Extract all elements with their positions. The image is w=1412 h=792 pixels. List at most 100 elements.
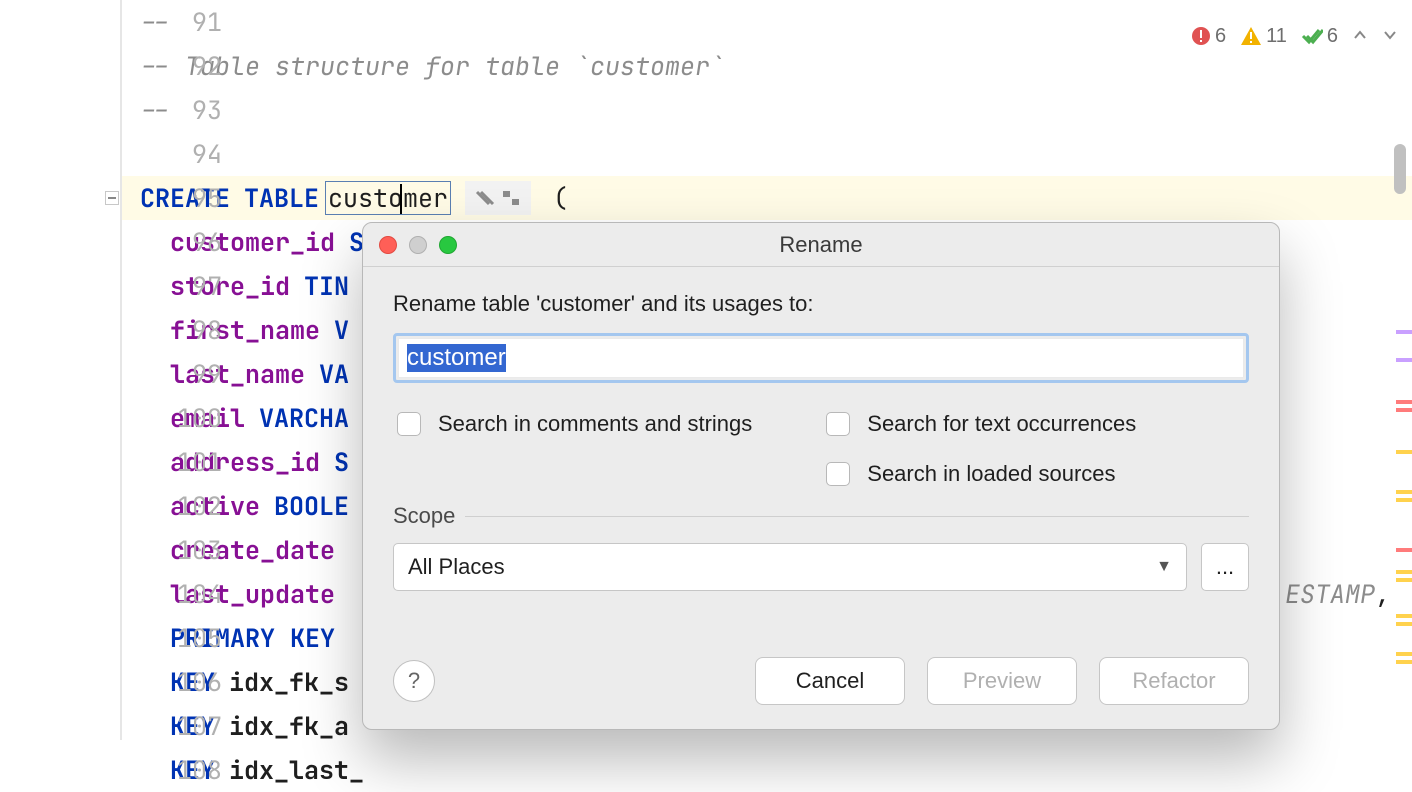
rename-target-token[interactable]: customer xyxy=(325,181,451,215)
traffic-lights xyxy=(379,236,457,254)
fold-minus-icon[interactable] xyxy=(105,191,119,205)
rename-input[interactable] xyxy=(398,338,1244,378)
line-number: 107 xyxy=(122,704,222,748)
line-number: 101 xyxy=(122,440,222,484)
structure-icon xyxy=(501,188,521,208)
marker-stripe[interactable] xyxy=(1396,622,1412,626)
help-button[interactable]: ? xyxy=(393,660,435,702)
inline-hints[interactable] xyxy=(465,181,531,215)
minimize-window-button[interactable] xyxy=(409,236,427,254)
warning-icon xyxy=(1240,26,1262,46)
code-line-current: 95 CREATE TABLE customer ( xyxy=(122,176,1412,220)
gutter xyxy=(0,0,122,740)
line-number: 103 xyxy=(122,528,222,572)
marker-stripe[interactable] xyxy=(1396,570,1412,574)
chevron-down-icon xyxy=(1382,27,1398,43)
rename-dialog: Rename Rename table 'customer' and its u… xyxy=(362,222,1280,730)
search-text-checkbox[interactable]: Search for text occurrences xyxy=(822,409,1136,439)
checkbox-label: Search in comments and strings xyxy=(438,411,752,437)
marker-stripe[interactable] xyxy=(1396,614,1412,618)
search-comments-checkbox[interactable]: Search in comments and strings xyxy=(393,409,752,439)
search-options: Search in comments and strings Search fo… xyxy=(393,409,1249,489)
checkbox-label: Search in loaded sources xyxy=(867,461,1115,487)
button-label: Refactor xyxy=(1132,668,1215,694)
marker-stripe[interactable] xyxy=(1396,578,1412,582)
next-highlight-button[interactable] xyxy=(1382,14,1398,58)
pass-count[interactable]: 6 xyxy=(1301,14,1338,58)
dialog-footer: ? Cancel Preview Refactor xyxy=(363,635,1279,729)
prev-highlight-button[interactable] xyxy=(1352,14,1368,58)
line-number: 95 xyxy=(122,176,222,220)
separator xyxy=(465,516,1249,517)
error-count-value: 6 xyxy=(1215,14,1226,58)
scope-more-button[interactable]: ... xyxy=(1201,543,1249,591)
line-number: 92 xyxy=(122,44,222,88)
zoom-window-button[interactable] xyxy=(439,236,457,254)
close-window-button[interactable] xyxy=(379,236,397,254)
marker-stripe[interactable] xyxy=(1396,490,1412,494)
rename-input-wrap xyxy=(393,333,1249,383)
code-line: 94 xyxy=(122,132,1412,176)
scope-row: All Places ▼ ... xyxy=(393,543,1249,591)
search-loaded-sources-checkbox[interactable]: Search in loaded sources xyxy=(822,459,1136,489)
line-number: 94 xyxy=(122,132,222,176)
type-keywords: VARCHA xyxy=(245,396,349,440)
checkbox[interactable] xyxy=(826,462,850,486)
scope-value: All Places xyxy=(408,554,505,580)
warning-count-value: 11 xyxy=(1266,14,1287,58)
line-number: 104 xyxy=(122,572,222,616)
code-line: 93 -- xyxy=(122,88,1412,132)
refactor-button[interactable]: Refactor xyxy=(1099,657,1249,705)
marker-stripe[interactable] xyxy=(1396,548,1412,552)
marker-stripe[interactable] xyxy=(1396,660,1412,664)
marker-stripe[interactable] xyxy=(1396,358,1412,362)
ellipsis-icon: ... xyxy=(1216,554,1234,580)
keyword: TABLE xyxy=(230,176,319,220)
line-number: 99 xyxy=(122,352,222,396)
error-icon xyxy=(1191,26,1211,46)
scope-section-label: Scope xyxy=(393,503,1249,529)
line-number: 97 xyxy=(122,264,222,308)
comment-toggle-icon xyxy=(475,188,495,208)
type-keywords: VA xyxy=(305,352,349,396)
inspection-summary[interactable]: 6 11 6 xyxy=(1191,14,1398,58)
punctuation: , xyxy=(1375,572,1390,616)
dialog-title: Rename xyxy=(779,232,862,258)
code-line: 108 KEY idx_last_ xyxy=(122,748,1412,792)
dialog-body: Rename table 'customer' and its usages t… xyxy=(363,267,1279,591)
pass-count-value: 6 xyxy=(1327,14,1338,58)
marker-stripe[interactable] xyxy=(1396,498,1412,502)
punctuation: ( xyxy=(535,176,568,220)
chevron-up-icon xyxy=(1352,27,1368,43)
marker-stripe[interactable] xyxy=(1396,450,1412,454)
type-keywords: V xyxy=(320,308,349,352)
identifier: customer xyxy=(328,176,448,220)
warning-count[interactable]: 11 xyxy=(1240,14,1287,58)
line-number: 96 xyxy=(122,220,222,264)
marker-stripe[interactable] xyxy=(1396,400,1412,404)
line-number: 93 xyxy=(122,88,222,132)
scope-label-text: Scope xyxy=(393,503,455,529)
scope-combobox[interactable]: All Places ▼ xyxy=(393,543,1187,591)
index-name: idx_fk_s xyxy=(215,660,349,704)
type-keywords: TIN xyxy=(290,264,349,308)
type-keywords: S xyxy=(320,440,349,484)
checkbox-label: Search for text occurrences xyxy=(867,411,1136,437)
line-number: 91 xyxy=(122,0,222,44)
checkbox[interactable] xyxy=(826,412,850,436)
marker-stripe[interactable] xyxy=(1396,408,1412,412)
help-icon: ? xyxy=(408,668,420,694)
dialog-titlebar[interactable]: Rename xyxy=(363,223,1279,267)
marker-stripe[interactable] xyxy=(1396,652,1412,656)
checkmark-icon xyxy=(1301,26,1323,46)
line-number: 100 xyxy=(122,396,222,440)
vertical-scrollbar-thumb[interactable] xyxy=(1394,144,1406,194)
error-count[interactable]: 6 xyxy=(1191,14,1226,58)
checkbox[interactable] xyxy=(397,412,421,436)
type-keywords: ESTAMP xyxy=(1285,572,1375,616)
marker-stripe[interactable] xyxy=(1396,330,1412,334)
index-name: idx_last_ xyxy=(215,748,364,792)
line-number: 108 xyxy=(122,748,222,792)
preview-button[interactable]: Preview xyxy=(927,657,1077,705)
cancel-button[interactable]: Cancel xyxy=(755,657,905,705)
